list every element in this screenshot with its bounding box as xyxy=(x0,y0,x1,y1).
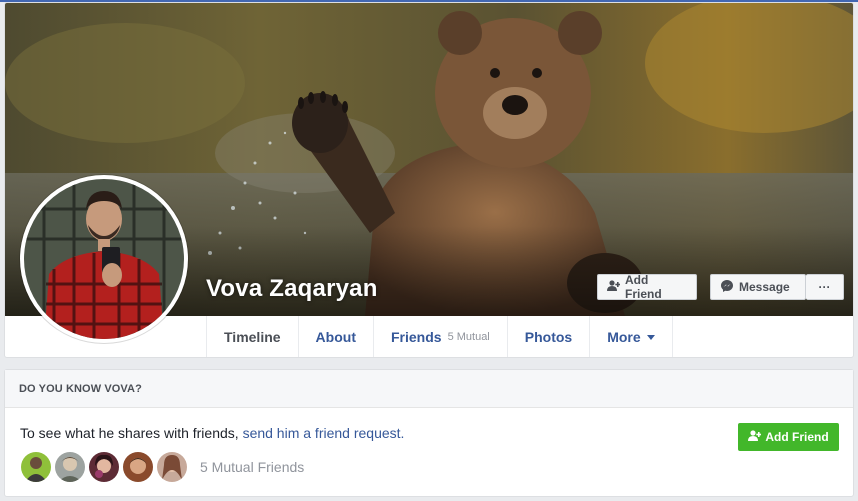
add-friend-button[interactable]: Add Friend xyxy=(597,273,697,301)
friend-request-link[interactable]: send him a friend request. xyxy=(243,425,405,441)
chevron-down-icon xyxy=(646,334,655,340)
tab-label: Timeline xyxy=(224,329,281,345)
tab-photos[interactable]: Photos xyxy=(508,316,591,357)
mutual-friend-avatar[interactable] xyxy=(88,451,120,483)
messenger-icon xyxy=(720,279,734,296)
profile-tabs: Timeline About Friends 5 Mutual Photos Mo… xyxy=(206,316,673,357)
tab-label: Photos xyxy=(524,329,573,345)
know-text: To see what he shares with friends, send… xyxy=(20,425,404,441)
know-card: DO YOU KNOW VOVA? To see what he shares … xyxy=(4,369,854,497)
mutual-count: 5 Mutual xyxy=(447,331,490,343)
tab-timeline[interactable]: Timeline xyxy=(207,316,299,357)
message-button[interactable]: Message xyxy=(710,274,806,300)
tab-about[interactable]: About xyxy=(299,316,374,357)
add-friend-icon xyxy=(607,280,621,294)
tab-label: About xyxy=(315,329,356,345)
message-label: Message xyxy=(739,280,790,294)
add-friend-primary-button[interactable]: Add Friend xyxy=(738,423,839,451)
tab-friends[interactable]: Friends 5 Mutual xyxy=(374,316,508,357)
tab-more[interactable]: More xyxy=(590,316,673,357)
tab-label: More xyxy=(607,329,641,345)
mutual-friend-avatar[interactable] xyxy=(20,451,52,483)
add-friend-primary-label: Add Friend xyxy=(765,430,829,444)
mutual-friend-avatar[interactable] xyxy=(122,451,154,483)
know-text-body: To see what he shares with friends, xyxy=(20,425,243,441)
profile-name[interactable]: Vova Zaqaryan xyxy=(206,275,378,303)
add-friend-icon xyxy=(748,430,762,444)
more-options-button[interactable]: ··· xyxy=(806,274,844,300)
know-header: DO YOU KNOW VOVA? xyxy=(5,370,853,408)
mutual-friend-avatar[interactable] xyxy=(54,451,86,483)
mutual-friends-count[interactable]: 5 Mutual Friends xyxy=(200,459,304,475)
add-friend-label: Add Friend xyxy=(625,273,662,301)
profile-card: Vova Zaqaryan Add Friend Message ··· Tim… xyxy=(4,2,854,358)
more-dots-icon: ··· xyxy=(818,280,831,294)
tab-label: Friends xyxy=(390,329,442,345)
mutual-friends-row: 5 Mutual Friends xyxy=(20,451,304,483)
mutual-friend-avatar[interactable] xyxy=(156,451,188,483)
profile-picture[interactable] xyxy=(20,175,188,343)
